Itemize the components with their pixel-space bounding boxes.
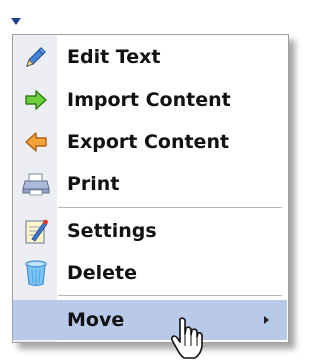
menu-item-delete[interactable]: Delete [16,253,284,293]
dropdown-caret-icon[interactable] [11,18,21,25]
menu-item-label: Import Content [67,89,231,111]
trash-can-icon [16,253,56,293]
submenu-arrow-icon [264,316,269,324]
menu-item-print[interactable]: Print [16,164,284,204]
menu-separator [58,295,282,296]
menu-item-import-content[interactable]: Import Content [16,80,284,120]
menu-item-export-content[interactable]: Export Content [16,122,284,162]
menu-item-label: Settings [67,220,157,242]
menu-item-label: Export Content [67,131,230,153]
hand-cursor-icon [170,317,203,359]
menu-item-settings[interactable]: Settings [16,211,284,251]
pencil-icon [16,37,56,77]
menu-item-label: Edit Text [67,46,161,68]
settings-note-icon [16,211,56,251]
move-icon-slot [16,300,56,340]
arrow-left-orange-icon [16,122,56,162]
menu-item-label: Print [67,173,120,195]
arrow-right-green-icon [16,80,56,120]
printer-icon [16,164,56,204]
context-menu: Edit Text Import Content Export Content [12,34,289,343]
menu-item-move[interactable]: Move [13,300,287,340]
menu-item-label: Move [67,309,125,331]
menu-separator [58,207,282,208]
menu-item-edit-text[interactable]: Edit Text [16,37,284,77]
menu-item-label: Delete [67,262,138,284]
